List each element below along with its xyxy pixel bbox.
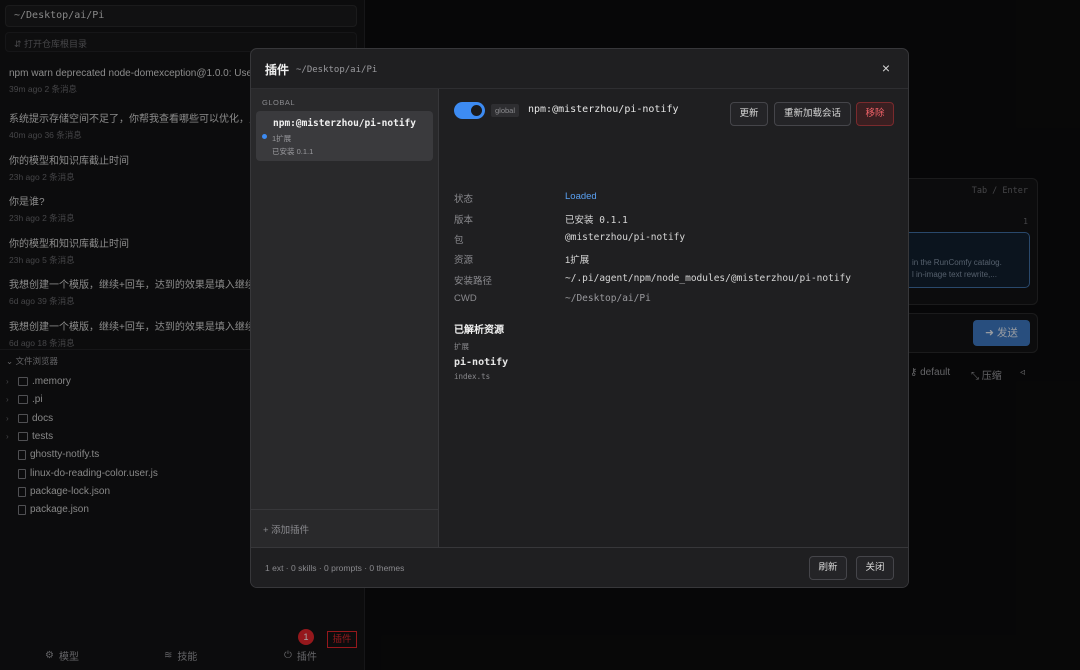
install-path-label: 安装路径 xyxy=(454,276,493,287)
resource-file: index.ts xyxy=(454,372,491,381)
plugin-installed-version: 已安装 0.1.1 xyxy=(272,147,314,156)
section-label: GLOBAL xyxy=(262,98,296,107)
toggle-knob xyxy=(470,104,483,117)
version-label: 版本 xyxy=(454,215,474,226)
plugin-name: npm:@misterzhou/pi-notify xyxy=(273,118,416,129)
plugins-dialog: 插件 ~/Desktop/ai/Pi × GLOBAL npm:@misterz… xyxy=(250,48,909,588)
resources-value: 1扩展 xyxy=(565,255,590,266)
resource-name: pi-notify xyxy=(454,357,509,368)
package-value: @misterzhou/pi-notify xyxy=(565,232,686,243)
plugin-summary: 1 ext · 0 skills · 0 prompts · 0 themes xyxy=(265,563,405,573)
status-value: Loaded xyxy=(565,191,597,202)
dialog-path: ~/Desktop/ai/Pi xyxy=(296,65,378,75)
install-path-value: ~/.pi/agent/npm/node_modules/@misterzhou… xyxy=(565,273,851,284)
refresh-button[interactable]: 刷新 xyxy=(809,556,847,580)
resources-label: 资源 xyxy=(454,255,474,266)
close-button[interactable]: 关闭 xyxy=(856,556,894,580)
enable-toggle[interactable] xyxy=(454,102,485,119)
cwd-value: ~/Desktop/ai/Pi xyxy=(565,293,651,304)
plugin-list-panel: GLOBAL npm:@misterzhou/pi-notify 1扩展 已安装… xyxy=(251,89,439,547)
close-icon[interactable]: × xyxy=(882,60,890,76)
plugin-detail-panel: global npm:@misterzhou/pi-notify 更新 重新加载… xyxy=(440,89,908,547)
resource-category: 扩展 xyxy=(454,342,469,351)
version-value: 已安装 0.1.1 xyxy=(565,215,628,226)
reload-session-button[interactable]: 重新加载会话 xyxy=(774,102,851,126)
update-button[interactable]: 更新 xyxy=(730,102,768,126)
divider xyxy=(251,509,439,510)
dialog-header: 插件 ~/Desktop/ai/Pi × xyxy=(251,49,908,89)
add-plugin-button[interactable]: + 添加插件 xyxy=(263,522,309,536)
cwd-label: CWD xyxy=(454,293,477,304)
dialog-title: 插件 xyxy=(265,63,290,77)
package-name: npm:@misterzhou/pi-notify xyxy=(528,104,679,115)
status-label: 状态 xyxy=(454,194,474,205)
dialog-footer: 1 ext · 0 skills · 0 prompts · 0 themes … xyxy=(251,547,908,587)
remove-button[interactable]: 移除 xyxy=(856,102,894,126)
scope-tag: global xyxy=(491,104,520,117)
plugin-ext-count: 1扩展 xyxy=(272,134,292,143)
plugin-list-item[interactable]: npm:@misterzhou/pi-notify 1扩展 已安装 0.1.1 xyxy=(256,111,433,161)
status-dot xyxy=(262,134,267,139)
resolved-resources-title: 已解析资源 xyxy=(454,325,504,336)
package-label: 包 xyxy=(454,235,464,246)
